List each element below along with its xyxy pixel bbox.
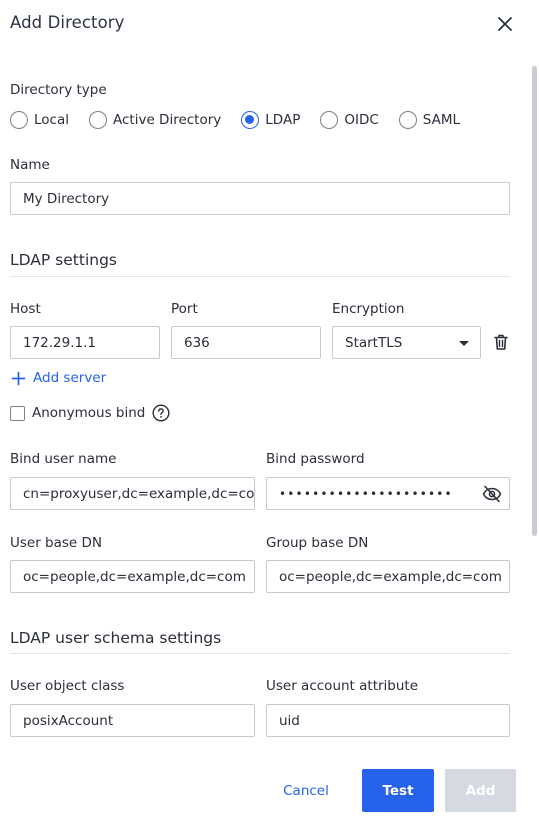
plus-icon (11, 371, 26, 385)
port-input[interactable]: 636 (171, 326, 321, 359)
radio-oidc[interactable]: OIDC (320, 111, 379, 129)
user-base-dn-label: User base DN (10, 535, 103, 551)
anonymous-bind-label: Anonymous bind (32, 405, 146, 421)
encryption-select-value: StartTLS (345, 334, 403, 351)
radio-active-directory[interactable]: Active Directory (89, 111, 221, 129)
name-input-value: My Directory (23, 190, 110, 207)
group-base-dn-label: Group base DN (266, 535, 369, 551)
user-base-dn-input-value: oc=people,dc=example,dc=com (23, 568, 246, 585)
add-server-label: Add server (33, 370, 107, 386)
help-icon[interactable] (152, 404, 170, 422)
group-base-dn-input[interactable]: oc=people,dc=example,dc=com (266, 560, 510, 593)
schema-settings-title: LDAP user schema settings (10, 629, 222, 647)
anonymous-bind-row: Anonymous bind (10, 404, 170, 422)
radio-saml[interactable]: SAML (398, 111, 461, 129)
directory-type-label: Directory type (10, 82, 107, 98)
group-base-dn-input-value: oc=people,dc=example,dc=com (279, 568, 502, 585)
bind-user-input-value: cn=proxyuser,dc=example,dc=com (23, 485, 255, 502)
bind-user-input[interactable]: cn=proxyuser,dc=example,dc=com (10, 477, 255, 510)
close-icon[interactable] (494, 13, 516, 35)
user-account-attribute-label: User account attribute (266, 678, 419, 694)
add-button[interactable]: Add (445, 769, 516, 812)
add-server-button[interactable]: Add server (11, 370, 106, 386)
dialog-title: Add Directory (10, 13, 125, 32)
radio-label: SAML (422, 112, 461, 128)
radio-circle-selected[interactable] (241, 111, 260, 129)
radio-label: LDAP (265, 112, 301, 128)
user-account-attribute-input[interactable]: uid (266, 704, 510, 737)
user-base-dn-input[interactable]: oc=people,dc=example,dc=com (10, 560, 255, 593)
port-input-value: 636 (184, 334, 210, 351)
scrollbar[interactable] (532, 66, 537, 536)
anonymous-bind-checkbox[interactable] (10, 405, 25, 421)
radio-label: OIDC (344, 112, 379, 128)
radio-circle[interactable] (89, 111, 107, 129)
ldap-settings-title: LDAP settings (10, 251, 117, 269)
bind-password-label: Bind password (266, 451, 365, 467)
name-input[interactable]: My Directory (10, 182, 510, 215)
host-input-value: 172.29.1.1 (23, 334, 96, 351)
radio-circle[interactable] (10, 111, 28, 129)
port-label: Port (171, 301, 198, 317)
eye-off-icon[interactable] (482, 485, 502, 503)
user-object-class-input[interactable]: posixAccount (10, 704, 255, 737)
radio-label: Local (34, 112, 69, 128)
encryption-select[interactable]: StartTLS (332, 326, 481, 359)
name-label: Name (10, 157, 50, 173)
divider (10, 653, 510, 654)
trash-icon[interactable] (491, 332, 511, 352)
user-object-class-input-value: posixAccount (23, 712, 114, 729)
bind-user-label: Bind user name (10, 451, 117, 467)
cancel-button[interactable]: Cancel (270, 769, 342, 812)
bind-password-input[interactable]: ••••••••••••••••••••• (266, 477, 510, 510)
encryption-label: Encryption (332, 301, 405, 317)
test-button[interactable]: Test (362, 769, 434, 812)
user-account-attribute-input-value: uid (279, 712, 300, 729)
user-object-class-label: User object class (10, 678, 125, 694)
caret-down-icon (459, 341, 469, 346)
directory-type-radio-group: Local Active Directory LDAP OIDC SAML (10, 110, 480, 130)
bind-password-input-value: ••••••••••••••••••••• (279, 486, 453, 501)
radio-ldap[interactable]: LDAP (241, 111, 300, 129)
radio-local[interactable]: Local (10, 111, 69, 129)
radio-circle[interactable] (320, 111, 339, 129)
radio-label: Active Directory (113, 112, 222, 128)
add-directory-dialog: Add Directory Directory type Local Activ… (0, 0, 539, 828)
divider (10, 276, 510, 277)
host-input[interactable]: 172.29.1.1 (10, 326, 160, 359)
radio-circle[interactable] (398, 111, 417, 129)
host-label: Host (10, 301, 41, 317)
